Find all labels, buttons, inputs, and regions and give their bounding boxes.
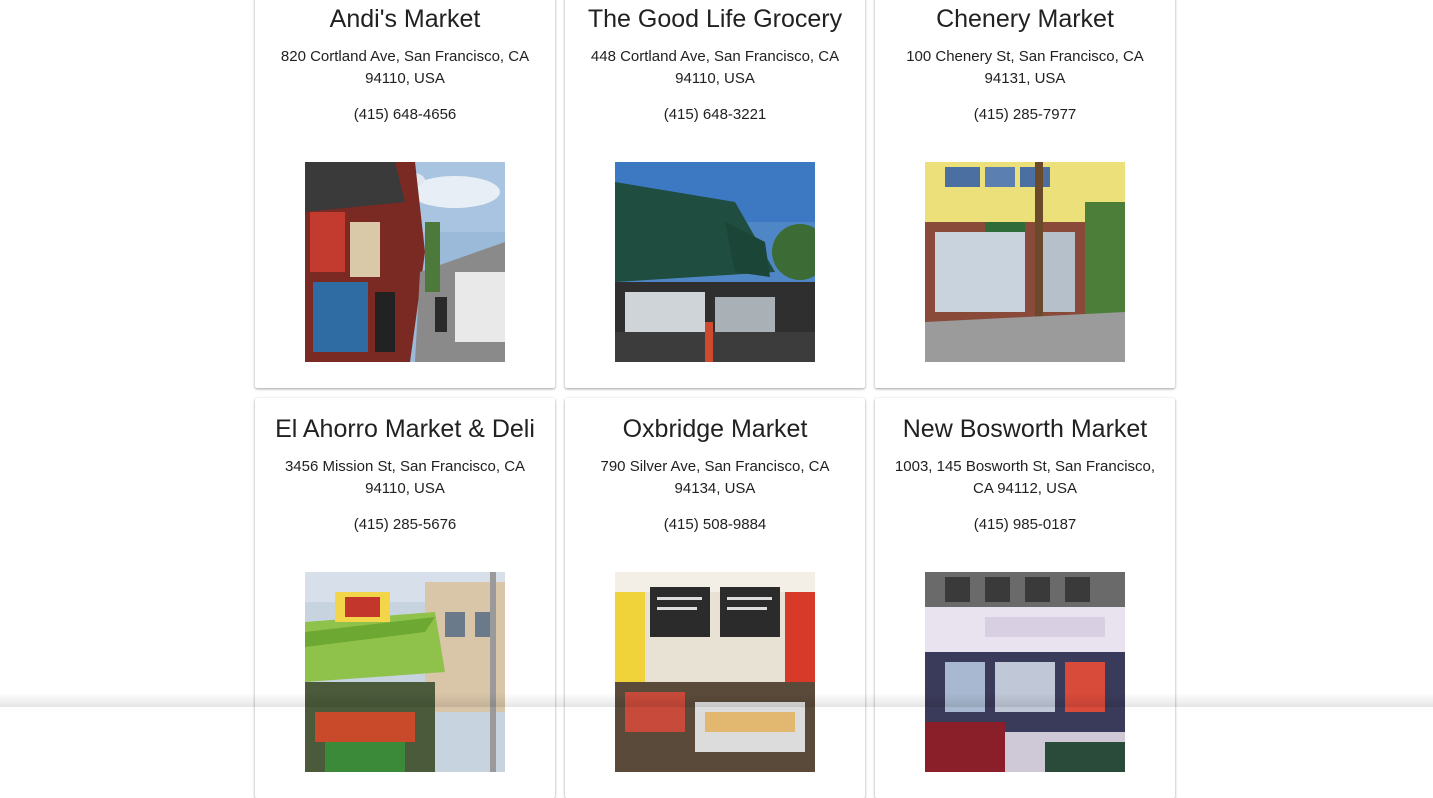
store-name: The Good Life Grocery — [565, 0, 865, 36]
store-address: 820 Cortland Ave, San Francisco, CA 9411… — [273, 46, 537, 90]
store-photo[interactable] — [925, 572, 1125, 772]
store-card[interactable]: Andi's Market 820 Cortland Ave, San Fran… — [255, 0, 555, 388]
bottom-shadow — [0, 693, 1433, 707]
store-name: Oxbridge Market — [565, 398, 865, 446]
store-card[interactable]: Chenery Market 100 Chenery St, San Franc… — [875, 0, 1175, 388]
store-phone: (415) 985-0187 — [875, 514, 1175, 536]
store-phone: (415) 285-7977 — [875, 104, 1175, 126]
store-name: Andi's Market — [255, 0, 555, 36]
store-card[interactable]: The Good Life Grocery 448 Cortland Ave, … — [565, 0, 865, 388]
store-name: New Bosworth Market — [875, 398, 1175, 446]
store-card[interactable]: El Ahorro Market & Deli 3456 Mission St,… — [255, 398, 555, 798]
store-photo[interactable] — [925, 162, 1125, 362]
store-phone: (415) 508-9884 — [565, 514, 865, 536]
store-name: El Ahorro Market & Deli — [255, 398, 555, 446]
store-address: 3456 Mission St, San Francisco, CA 94110… — [273, 456, 537, 500]
store-phone: (415) 648-4656 — [255, 104, 555, 126]
store-photo[interactable] — [615, 572, 815, 772]
store-phone: (415) 648-3221 — [565, 104, 865, 126]
store-phone: (415) 285-5676 — [255, 514, 555, 536]
store-address: 100 Chenery St, San Francisco, CA 94131,… — [893, 46, 1157, 90]
store-address: 448 Cortland Ave, San Francisco, CA 9411… — [583, 46, 847, 90]
store-address: 790 Silver Ave, San Francisco, CA 94134,… — [583, 456, 847, 500]
store-grid: Andi's Market 820 Cortland Ave, San Fran… — [255, 0, 1175, 798]
store-card[interactable]: New Bosworth Market 1003, 145 Bosworth S… — [875, 398, 1175, 798]
store-photo[interactable] — [615, 162, 815, 362]
store-name: Chenery Market — [875, 0, 1175, 36]
store-address: 1003, 145 Bosworth St, San Francisco, CA… — [893, 456, 1157, 500]
store-card[interactable]: Oxbridge Market 790 Silver Ave, San Fran… — [565, 398, 865, 798]
store-photo[interactable] — [305, 572, 505, 772]
store-photo[interactable] — [305, 162, 505, 362]
